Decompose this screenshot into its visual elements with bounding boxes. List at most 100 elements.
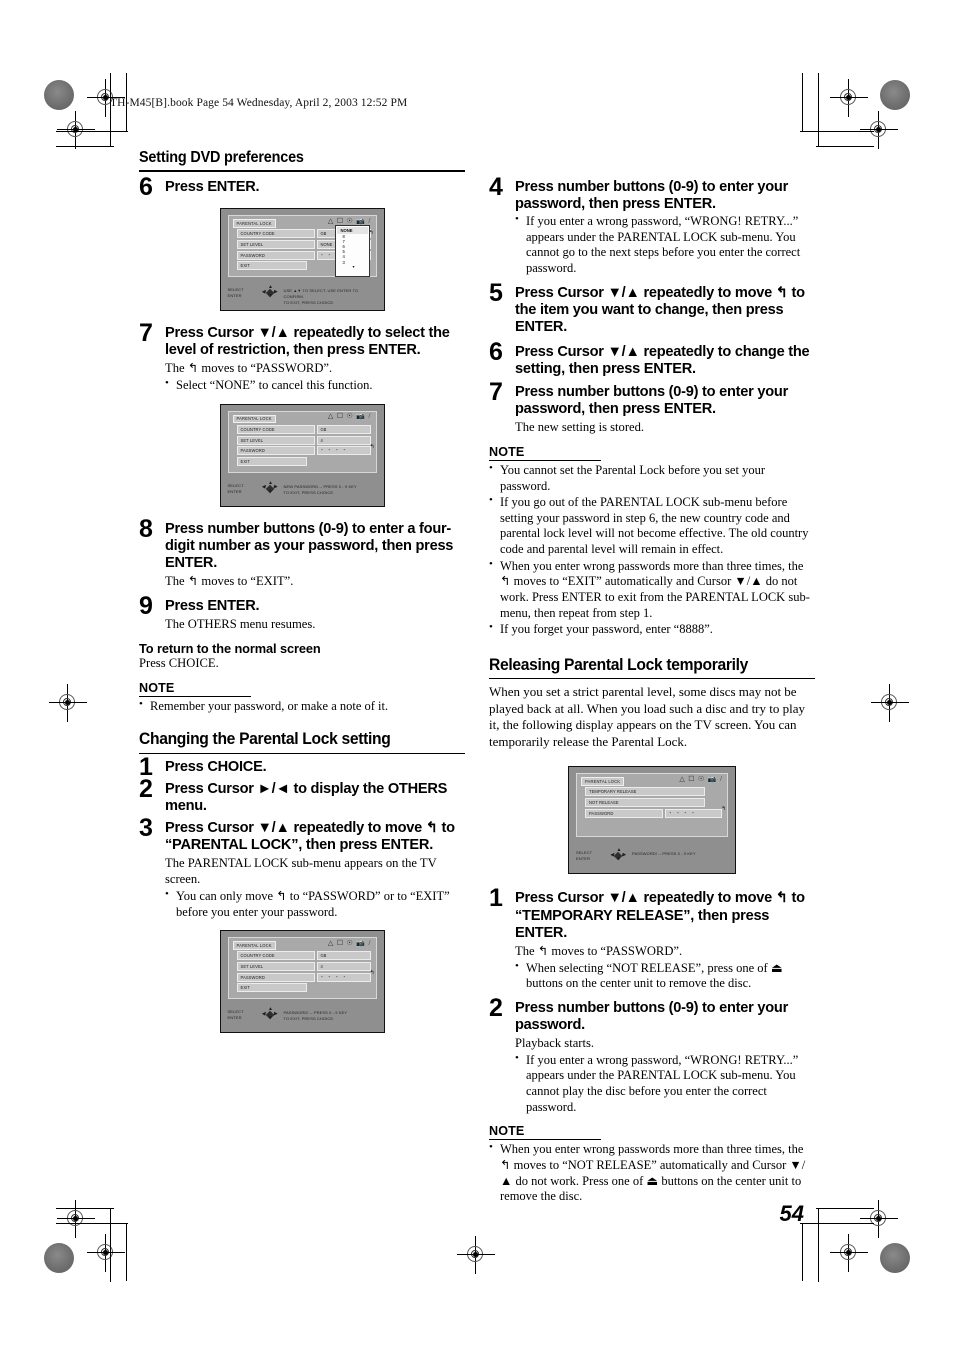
slash-icon: / — [368, 938, 371, 947]
subtitle-icon: △ — [327, 216, 334, 225]
screen-footer-bar: SELECT ENTER ▲ ◀ ▶ ▼ PASSWORD! -- PRESS … — [574, 848, 730, 870]
row-label: TEMPORARY RELEASE — [585, 787, 705, 797]
regmark-bottom-mid — [457, 1236, 495, 1274]
section-title-releasing-parental-lock: Releasing Parental Lock temporarily — [489, 654, 749, 674]
menu-row-not-release: NOT RELEASE — [585, 798, 722, 808]
step-8: 8 Press number buttons (0-9) to enter a … — [139, 516, 465, 590]
row-label: EXIT — [236, 261, 307, 271]
bullet-item: If you go out of the PARENTAL LOCK sub-m… — [489, 494, 815, 558]
bullet-item: You can only move ↰ to “PASSWORD” or to … — [165, 888, 465, 920]
dpad-right-icon: ▶ — [622, 852, 626, 858]
step-body: The PARENTAL LOCK sub-menu appears on th… — [165, 856, 437, 887]
menu-icon-row: △ ☐ ☉ 📷 / — [327, 216, 371, 225]
footer-enter-label: ENTER — [576, 856, 591, 862]
audio-icon: ☉ — [698, 774, 705, 783]
dpad-icon: ▲ ◀ ▶ ▼ — [262, 1007, 278, 1022]
footer-left-labels: SELECT ENTER — [576, 850, 592, 862]
regmark-br — [830, 1234, 868, 1272]
regmark-bl — [87, 1234, 125, 1272]
bullet-item: When you enter wrong passwords more than… — [489, 1141, 815, 1205]
level-dropdown-list: NONE 8 7 6 5 4 3 ▼ — [334, 225, 370, 278]
step-text: Press Cursor ▼/▲ repeatedly to select th… — [165, 325, 450, 359]
menu-rows: COUNTRY CODE GB SET LEVEL 4 PASSWORD - -… — [236, 951, 371, 993]
screen-footer-bar: SELECT ENTER ▲ ◀ ▶ ▼ USE ▲▼ TO SELECT, U… — [226, 285, 379, 307]
step-text: Press Cursor ▼/▲ repeatedly to move ↰ to… — [515, 890, 805, 941]
dpad-down-icon: ▼ — [268, 1016, 273, 1022]
tv-screenshot-temporary-release: PARENTAL LOCK △ ☐ ☉ 📷 / TEMPORARY RELEAS… — [568, 766, 736, 875]
note-bullets: Remember your password, or make a note o… — [139, 698, 465, 715]
step-6-right: 6 Press Cursor ▼/▲ repeatedly to change … — [489, 339, 815, 378]
menu-row-temporary-release: TEMPORARY RELEASE — [585, 787, 722, 797]
regmark-tr2 — [860, 111, 898, 149]
screenshot-4-wrap: PARENTAL LOCK △ ☐ ☉ 📷 / TEMPORARY RELEAS… — [489, 750, 815, 875]
step-9: 9 Press ENTER. The OTHERS menu resumes. — [139, 593, 465, 633]
regmark-tl2 — [57, 111, 95, 149]
menu-title: PARENTAL LOCK — [232, 941, 276, 950]
step-text: Press Cursor ▼/▲ repeatedly to move ↰ to… — [165, 820, 455, 854]
screenshot-3-wrap: PARENTAL LOCK △ ☐ ☉ 📷 / COUNTRY CODE GB — [139, 920, 465, 1034]
note2-bullets: When you enter wrong passwords more than… — [489, 1141, 815, 1205]
dropdown-selected: NONE — [336, 227, 368, 235]
screenshot-2-wrap: PARENTAL LOCK △ ☐ ☉ 📷 / COUNTRY CODE GB — [139, 394, 465, 507]
screen-footer-bar: SELECT ENTER ▲ ◀ ▶ ▼ NEW PASSWORD -- PRE… — [226, 481, 379, 503]
section-title-setting-dvd-preferences: Setting DVD preferences — [139, 149, 304, 166]
footer-left-labels: SELECT ENTER — [228, 1009, 244, 1021]
step-7: 7 Press Cursor ▼/▲ repeatedly to select … — [139, 321, 465, 394]
subtitle-icon: △ — [679, 774, 685, 783]
menu-row-set-level: SET LEVEL 4 — [236, 961, 371, 971]
step-text: Press CHOICE. — [165, 759, 267, 776]
regmark-bl2 — [57, 1200, 95, 1238]
crop-line-tl-v — [110, 73, 111, 147]
step-number: 6 — [139, 173, 153, 202]
regmark-br2 — [860, 1200, 898, 1238]
regmark-left-mid — [49, 684, 87, 722]
step-bullets: When selecting “NOT RELEASE”, press one … — [515, 960, 815, 992]
menu-rows: COUNTRY CODE GB SET LEVEL 4 PASSWORD - -… — [236, 424, 371, 467]
menu-row-password: PASSWORD - - - - — [236, 972, 371, 982]
footer-hint-text: NEW PASSWORD -- PRESS 0 - 9 KEY TO EXIT,… — [284, 484, 379, 496]
return-to-normal-screen-body: Press CHOICE. — [139, 655, 219, 670]
dpad-right-icon: ▶ — [273, 1011, 278, 1017]
release-step-1: 1 Press Cursor ▼/▲ repeatedly to move ↰ … — [489, 886, 815, 992]
row-label: PASSWORD — [585, 808, 663, 818]
crop-line-bl-h — [56, 1223, 128, 1224]
step-bullets: Select “NONE” to cancel this function. — [165, 377, 465, 394]
slash-icon: / — [368, 412, 371, 421]
release-step-2: 2 Press number buttons (0-9) to enter yo… — [489, 995, 815, 1116]
step-body: The new setting is stored. — [515, 420, 645, 435]
screenshot-1-wrap: PARENTAL LOCK △ ☐ ☉ 📷 / COUNTRY CODE GB — [139, 196, 465, 312]
menu-icon-row: △ ☐ ☉ 📷 / — [328, 938, 371, 947]
footer-hint-text: PASSWORD! -- PRESS 0 - 9 KEY — [632, 851, 730, 857]
footer-enter-label: ENTER — [227, 488, 242, 494]
row-label: EXIT — [236, 983, 307, 993]
dpad-icon: ▲ ◀ ▶ ▼ — [261, 285, 278, 300]
step-number: 6 — [489, 337, 503, 366]
crop-line-br-v2 — [802, 1223, 803, 1281]
row-value: GB — [316, 951, 371, 961]
crop-line-tl-h — [56, 131, 128, 132]
note2-head: NOTE — [489, 1124, 525, 1139]
step-text: Press number buttons (0-9) to enter your… — [515, 999, 788, 1033]
step-body: The ↰ moves to “EXIT”. — [165, 574, 294, 589]
row-value: - - - - — [316, 972, 371, 982]
dpad-icon: ▲ ◀ ▶ ▼ — [610, 848, 626, 863]
step-bullets: If you enter a wrong password, “WRONG! R… — [515, 1052, 815, 1116]
registration-dot-top-right — [880, 80, 910, 110]
footer-select-label: SELECT — [576, 850, 593, 856]
footer-select-label: SELECT — [227, 1009, 244, 1015]
screen-icon: ☐ — [336, 216, 344, 225]
menu-row-exit: EXIT — [236, 456, 371, 466]
menu-row-set-level: SET LEVEL 4 — [236, 435, 371, 445]
menu-title: PARENTAL LOCK — [232, 414, 276, 424]
bullet-item: If you enter a wrong password, “WRONG! R… — [515, 1052, 815, 1116]
row-value: 4 — [316, 961, 371, 971]
dpad-left-icon: ◀ — [261, 289, 266, 295]
note-head: NOTE — [489, 444, 525, 459]
footer-hint-text: PASSWORD! -- PRESS 0 - 9 KEY TO EXIT, PR… — [284, 1010, 379, 1022]
note-head: NOTE — [139, 680, 175, 695]
row-value: 4 — [316, 435, 371, 445]
bullet-item: You cannot set the Parental Lock before … — [489, 462, 815, 494]
footer-select-label: SELECT — [227, 482, 244, 488]
registration-dot-bottom-left — [44, 1243, 74, 1273]
footer-hint-1: PASSWORD! -- PRESS 0 - 9 KEY — [283, 1010, 348, 1016]
